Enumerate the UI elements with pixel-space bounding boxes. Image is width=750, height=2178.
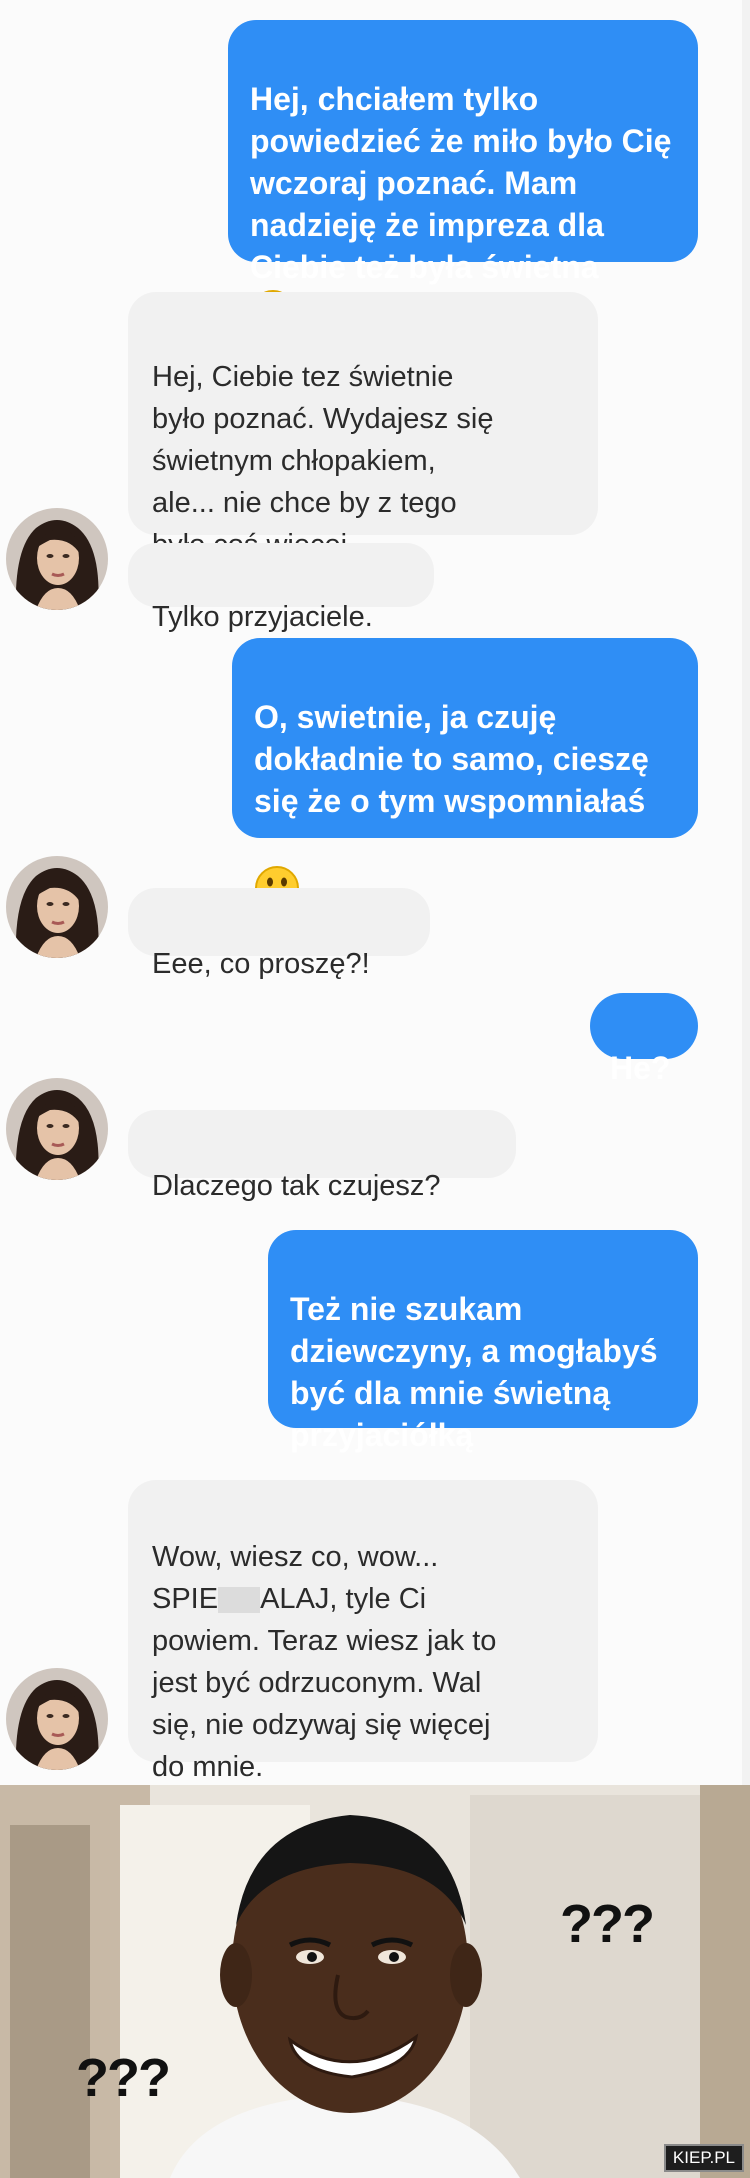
meme-illustration — [0, 1785, 750, 2178]
sent-message-bubble: He? — [590, 993, 698, 1086]
message-text: Hej, chciałem tylko powiedzieć że miło b… — [250, 81, 672, 285]
censor-block — [218, 1587, 261, 1614]
sent-message-bubble: Też nie szukam dziewczyny, a mogłabyś by… — [268, 1230, 698, 1453]
received-message-bubble: Eee, co proszę?! — [128, 888, 430, 980]
message-text: Tylko przyjaciele. — [152, 601, 373, 633]
woman-portrait-icon — [6, 1668, 108, 1770]
contact-avatar[interactable] — [6, 856, 108, 958]
message-text: Też nie szukam dziewczyny, a mogłabyś by… — [290, 1291, 658, 1453]
question-marks-right: ??? — [560, 1894, 655, 1954]
message-text: He? — [610, 1050, 671, 1086]
received-message-bubble: Hej, Ciebie tez świetnie było poznać. Wy… — [128, 292, 598, 561]
question-marks-left: ??? — [76, 2048, 171, 2108]
sent-message-bubble: O, swietnie, ja czuję dokładnie to samo,… — [232, 638, 698, 910]
contact-avatar[interactable] — [6, 1668, 108, 1770]
chat-area: Hej, chciałem tylko powiedzieć że miło b… — [0, 0, 750, 1785]
message-text: Eee, co proszę?! — [152, 948, 370, 980]
contact-avatar[interactable] — [6, 508, 108, 610]
message-text: O, swietnie, ja czuję dokładnie to samo,… — [254, 699, 649, 819]
received-message-bubble: Dlaczego tak czujesz? — [128, 1110, 516, 1202]
confused-man-meme-image: ??? ??? KIEP.PL — [0, 1785, 750, 2178]
received-message-bubble: Wow, wiesz co, wow... SPIE ALAJ, tyle Ci … — [128, 1480, 598, 1783]
site-watermark: KIEP.PL — [663, 2144, 744, 2172]
sent-message-bubble: Hej, chciałem tylko powiedzieć że miło b… — [228, 20, 698, 334]
woman-portrait-icon — [6, 508, 108, 610]
message-text: Hej, Ciebie tez świetnie było poznać. Wy… — [152, 361, 494, 561]
chat-scrollbar[interactable] — [742, 0, 750, 1785]
message-text: Dlaczego tak czujesz? — [152, 1170, 441, 1202]
woman-portrait-icon — [6, 1078, 108, 1180]
woman-portrait-icon — [6, 856, 108, 958]
contact-avatar[interactable] — [6, 1078, 108, 1180]
received-message-bubble: Tylko przyjaciele. — [128, 543, 434, 633]
